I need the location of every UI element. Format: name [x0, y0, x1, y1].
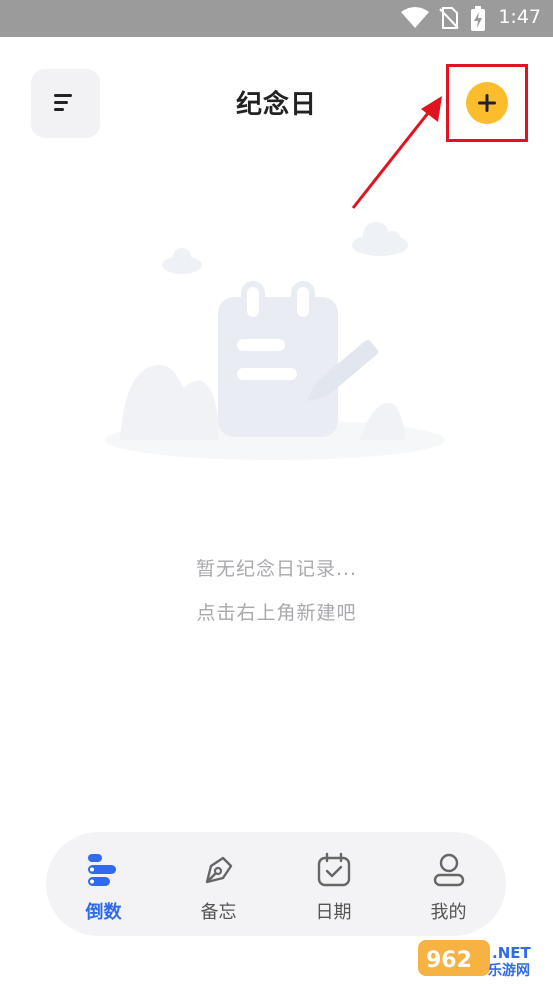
tab-memo[interactable]: 备忘 — [161, 832, 276, 936]
pen-nib-icon — [205, 856, 233, 884]
notepad-pencil-illustration — [105, 222, 445, 460]
empty-hint: 点击右上角新建吧 — [196, 602, 357, 624]
tab-date[interactable]: 日期 — [276, 832, 391, 936]
tab-countdown[interactable]: 倒数 — [46, 832, 161, 936]
watermark-sub: 乐游网 — [488, 963, 530, 979]
tab-label: 我的 — [430, 902, 467, 923]
tab-label: 日期 — [315, 902, 352, 923]
svg-text:962: 962 — [426, 948, 472, 973]
tab-label: 倒数 — [85, 902, 122, 923]
bottom-tab-bar: 倒数 备忘 日期 我的 — [46, 832, 506, 936]
user-icon — [433, 853, 465, 887]
watermark-logo: 962 .NET 乐游网 — [418, 936, 548, 980]
empty-message: 暂无纪念日记录... — [195, 558, 358, 580]
tab-label: 备忘 — [200, 902, 237, 923]
calendar-check-icon — [317, 852, 351, 887]
tab-mine[interactable]: 我的 — [391, 832, 506, 936]
countdown-icon — [88, 854, 116, 886]
